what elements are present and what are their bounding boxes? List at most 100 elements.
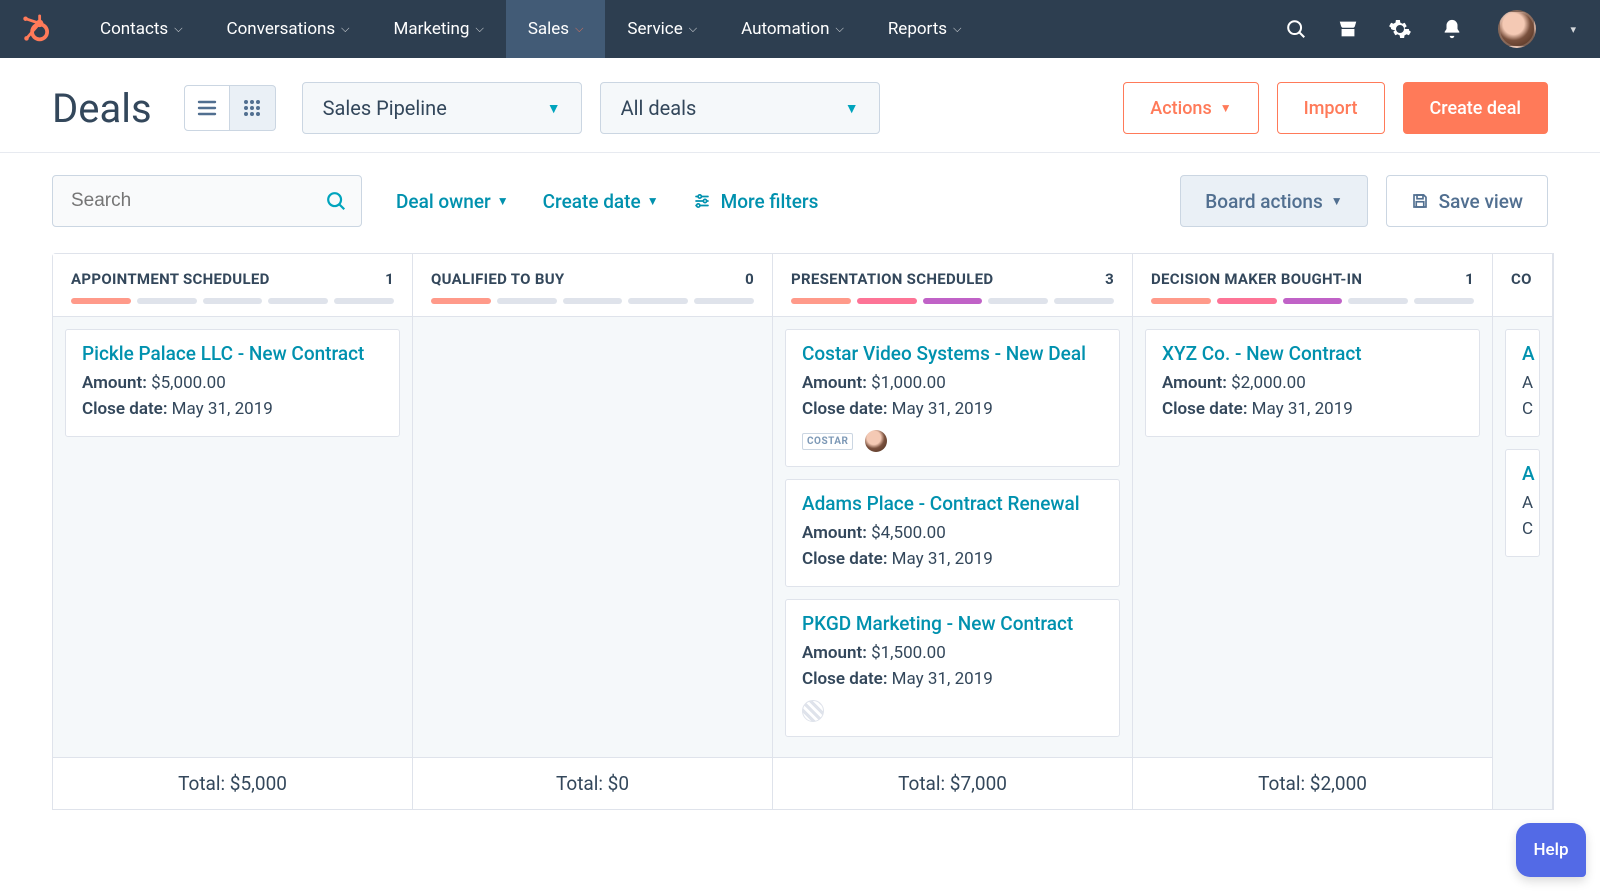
nav-right: ▾ — [1284, 10, 1576, 48]
save-view-label: Save view — [1439, 190, 1523, 213]
deal-amount-line: Amount: $4,500.00 — [802, 521, 1103, 547]
column-total: Total: $0 — [413, 757, 772, 809]
hubspot-logo-icon[interactable] — [18, 13, 50, 45]
deal-amount-line: Amount: $1,000.00 — [802, 371, 1103, 397]
actions-button[interactable]: Actions ▼ — [1123, 82, 1258, 134]
deal-board: APPOINTMENT SCHEDULED1Pickle Palace LLC … — [52, 253, 1554, 810]
nav-item-conversations[interactable]: Conversations⌵ — [205, 0, 372, 58]
deal-card-title: PKGD Marketing - New Contract — [802, 612, 1103, 635]
deal-close-line: Close date: May 31, 2019 — [802, 547, 1103, 573]
create-deal-button[interactable]: Create deal — [1403, 82, 1548, 134]
import-button[interactable]: Import — [1277, 82, 1385, 134]
deal-card[interactable]: Costar Video Systems - New Deal Amount: $… — [785, 329, 1120, 467]
save-view-button[interactable]: Save view — [1386, 175, 1548, 227]
placeholder-chip-icon — [802, 700, 824, 722]
column-name: DECISION MAKER BOUGHT-IN — [1151, 270, 1362, 288]
board-column: PRESENTATION SCHEDULED3 Costar Video Syst… — [773, 254, 1133, 809]
marketplace-icon[interactable] — [1336, 17, 1360, 41]
search-icon[interactable] — [325, 190, 347, 212]
nav-item-label: Marketing — [394, 19, 470, 39]
nav-items: Contacts⌵Conversations⌵Marketing⌵Sales⌵S… — [78, 0, 1284, 58]
column-progress-bar — [791, 298, 1114, 304]
column-name: CO — [1511, 270, 1532, 288]
nav-item-automation[interactable]: Automation⌵ — [719, 0, 866, 58]
more-filters[interactable]: More filters — [693, 190, 819, 213]
user-avatar[interactable] — [1498, 10, 1536, 48]
deal-amount-line: Amount: $5,000.00 — [82, 371, 383, 397]
column-count: 3 — [1105, 270, 1114, 288]
notifications-bell-icon[interactable] — [1440, 17, 1464, 41]
search-icon[interactable] — [1284, 17, 1308, 41]
deal-card[interactable]: AAC — [1505, 449, 1540, 557]
board-scroll[interactable]: APPOINTMENT SCHEDULED1Pickle Palace LLC … — [0, 253, 1600, 810]
user-menu-caret-icon[interactable]: ▾ — [1570, 23, 1576, 36]
deal-card-title: Costar Video Systems - New Deal — [802, 342, 1103, 365]
search-input[interactable] — [71, 190, 325, 212]
page-title: Deals — [52, 85, 152, 132]
sliders-icon — [693, 192, 711, 210]
column-header: QUALIFIED TO BUY 0 — [413, 254, 772, 317]
create-date-label: Create date — [543, 190, 641, 213]
deal-owner-label: Deal owner — [396, 190, 491, 213]
deal-card[interactable]: XYZ Co. - New ContractAmount: $2,000.00C… — [1145, 329, 1480, 437]
nav-item-reports[interactable]: Reports⌵ — [866, 0, 984, 58]
column-total: Total: $5,000 — [53, 757, 412, 809]
board-actions-button[interactable]: Board actions ▼ — [1180, 175, 1367, 227]
create-deal-label: Create deal — [1430, 98, 1521, 119]
deal-close-line: Close date: May 31, 2019 — [82, 397, 383, 423]
assignee-avatar — [865, 430, 887, 452]
nav-item-contacts[interactable]: Contacts⌵ — [78, 0, 205, 58]
caret-down-icon: ⌵ — [475, 22, 483, 36]
deal-card-meta — [802, 700, 1103, 722]
settings-gear-icon[interactable] — [1388, 17, 1412, 41]
pipeline-select[interactable]: Sales Pipeline ▼ — [302, 82, 582, 134]
board-view-toggle[interactable] — [230, 85, 276, 131]
nav-item-marketing[interactable]: Marketing ⌵ — [372, 0, 506, 58]
pipeline-select-label: Sales Pipeline — [323, 96, 447, 120]
deal-owner-filter[interactable]: Deal owner ▼ — [396, 190, 509, 213]
board-actions-label: Board actions — [1205, 190, 1322, 213]
column-body[interactable]: Costar Video Systems - New Deal Amount: $… — [773, 317, 1132, 757]
board-column: APPOINTMENT SCHEDULED1Pickle Palace LLC … — [53, 254, 413, 809]
deal-card-title: A — [1522, 342, 1523, 365]
column-count: 0 — [745, 270, 754, 288]
board-column: CO AAC AAC — [1493, 254, 1553, 809]
nav-item-service[interactable]: Service ⌵ — [605, 0, 719, 58]
caret-down-icon: ▼ — [1331, 194, 1343, 208]
scope-select-label: All deals — [621, 96, 697, 120]
nav-item-label: Conversations — [227, 19, 336, 39]
import-label: Import — [1304, 98, 1358, 119]
board-column: QUALIFIED TO BUY 0 Total: $0 — [413, 254, 773, 809]
deal-card-title: Pickle Palace LLC - New Contract — [82, 342, 383, 365]
column-body[interactable]: XYZ Co. - New ContractAmount: $2,000.00C… — [1133, 317, 1492, 757]
column-progress-bar — [1151, 298, 1474, 304]
save-icon — [1411, 192, 1429, 210]
nav-item-label: Reports — [888, 19, 947, 39]
nav-item-label: Automation — [741, 19, 829, 39]
create-date-filter[interactable]: Create date ▼ — [543, 190, 659, 213]
company-chip: COSTAR — [802, 433, 853, 450]
more-filters-label: More filters — [721, 190, 819, 213]
deal-card[interactable]: Pickle Palace LLC - New Contract Amount: … — [65, 329, 400, 437]
column-count: 1 — [1465, 270, 1474, 288]
column-count: 1 — [385, 270, 394, 288]
column-name: QUALIFIED TO BUY — [431, 270, 565, 288]
column-progress-bar — [431, 298, 754, 304]
nav-item-label: Service — [627, 19, 682, 39]
list-view-toggle[interactable] — [184, 85, 230, 131]
column-body[interactable] — [413, 317, 772, 757]
column-body[interactable]: Pickle Palace LLC - New Contract Amount: … — [53, 317, 412, 757]
nav-item-sales[interactable]: Sales⌵ — [506, 0, 606, 58]
deal-card[interactable]: AAC — [1505, 329, 1540, 437]
help-bubble[interactable]: Help — [1516, 823, 1586, 877]
deal-card[interactable]: PKGD Marketing - New ContractAmount: $1,… — [785, 599, 1120, 737]
caret-down-icon: ⌵ — [689, 22, 697, 36]
column-body[interactable]: AAC AAC — [1493, 317, 1552, 809]
view-toggle — [184, 85, 276, 131]
column-header: DECISION MAKER BOUGHT-IN 1 — [1133, 254, 1492, 317]
column-header: PRESENTATION SCHEDULED3 — [773, 254, 1132, 317]
deal-card[interactable]: Adams Place - Contract RenewalAmount: $4… — [785, 479, 1120, 587]
help-label: Help — [1533, 840, 1568, 860]
deal-card-title: XYZ Co. - New Contract — [1162, 342, 1463, 365]
scope-select[interactable]: All deals ▼ — [600, 82, 880, 134]
